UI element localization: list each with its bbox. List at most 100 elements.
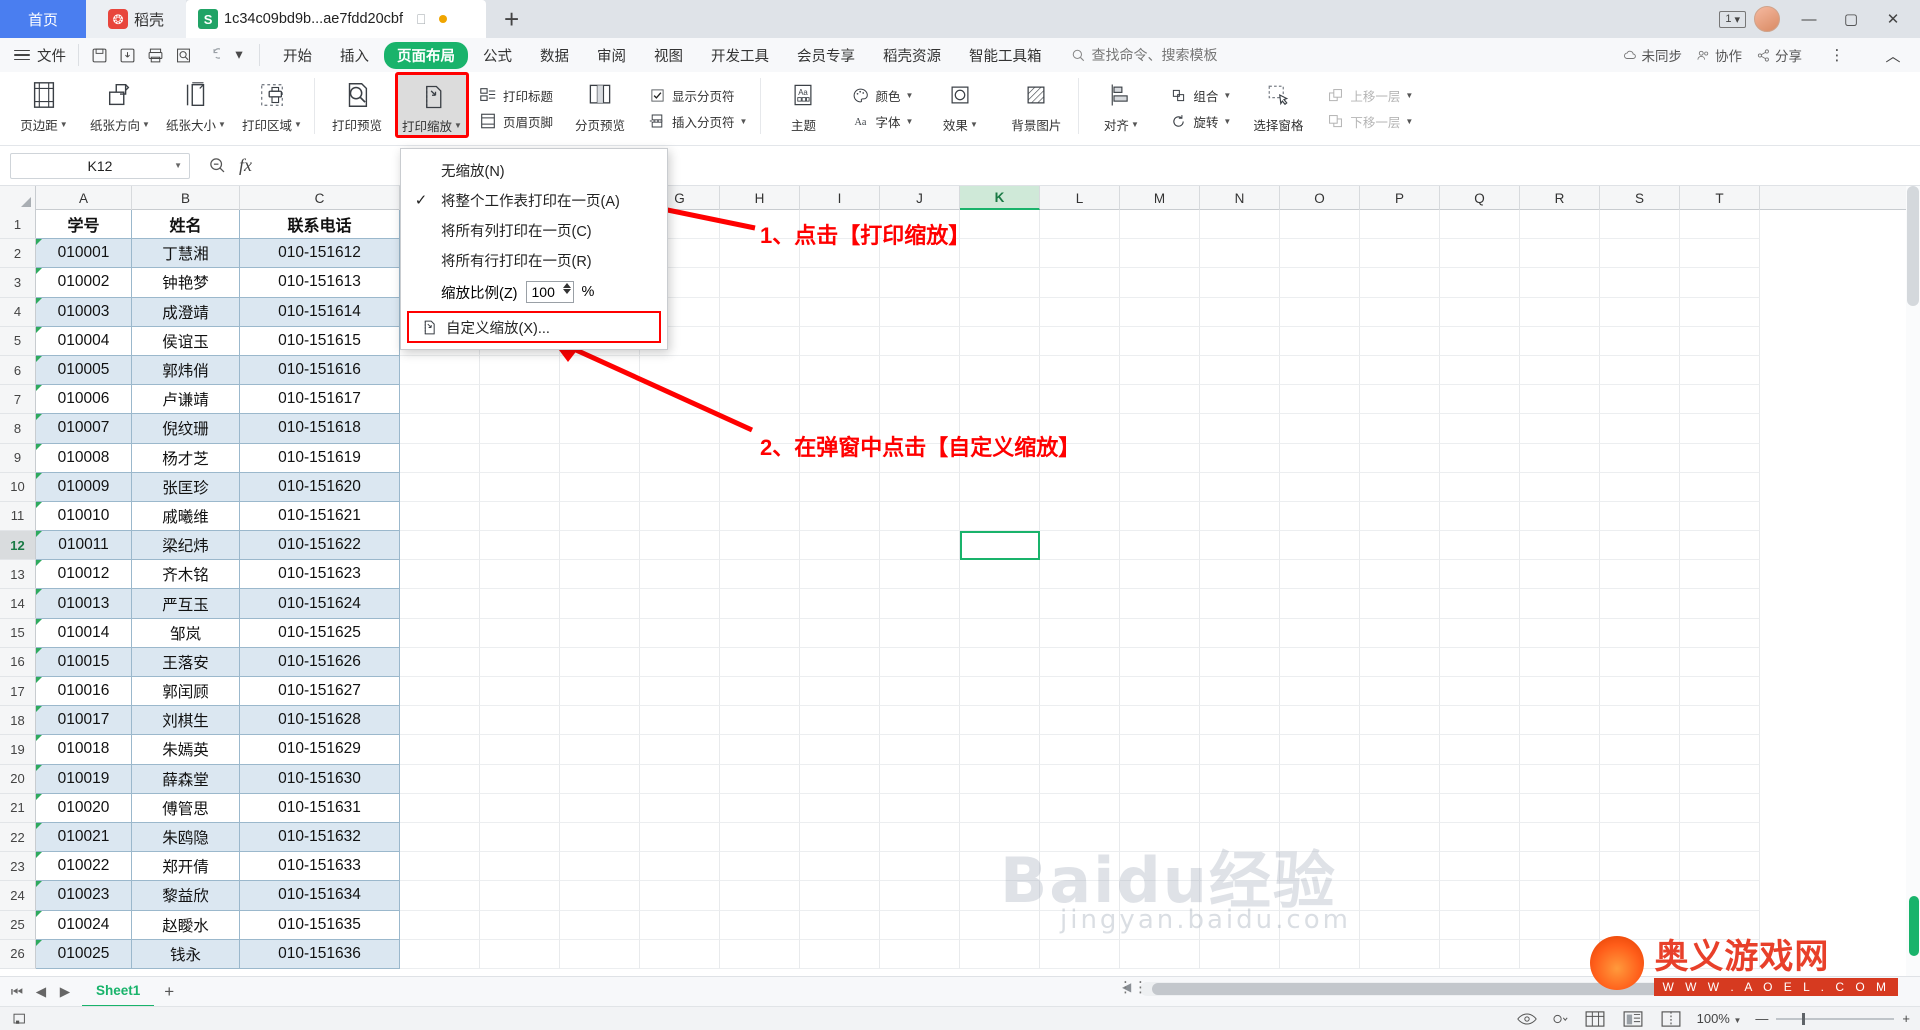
cell-P15[interactable] (1360, 618, 1440, 648)
cell-Q4[interactable] (1440, 297, 1520, 327)
cell-P12[interactable] (1360, 531, 1440, 561)
cell-Q23[interactable] (1440, 852, 1520, 882)
cell-H14[interactable] (720, 589, 800, 619)
cell-L10[interactable] (1040, 472, 1120, 502)
ribbon-button-rotate[interactable]: 旋转 ▼ (1163, 109, 1236, 133)
scale-ratio-stepper[interactable]: 100 (525, 281, 574, 303)
cell-D15[interactable] (400, 618, 480, 648)
cell-K22[interactable] (960, 822, 1040, 853)
cell-R15[interactable] (1520, 618, 1600, 648)
cell-N3[interactable] (1200, 268, 1280, 298)
cell-P18[interactable] (1360, 706, 1440, 736)
cell-R17[interactable] (1520, 677, 1600, 707)
cell-H7[interactable] (720, 385, 800, 415)
ribbon-button-paper-size[interactable]: 纸张大小 ▼ (158, 72, 234, 144)
cell-T2[interactable] (1680, 239, 1760, 269)
cell-T20[interactable] (1680, 764, 1760, 794)
cell-E14[interactable] (480, 589, 560, 619)
cell-T13[interactable] (1680, 560, 1760, 590)
cell-C26[interactable]: 010-151636 (240, 939, 400, 969)
cell-N2[interactable] (1200, 239, 1280, 269)
cell-L21[interactable] (1040, 793, 1120, 823)
cell-I17[interactable] (800, 677, 880, 707)
cell-N9[interactable] (1200, 443, 1280, 473)
cell-P13[interactable] (1360, 560, 1440, 590)
cell-N6[interactable] (1200, 355, 1280, 386)
cell-O22[interactable] (1280, 822, 1360, 853)
eye-icon[interactable] (1516, 1012, 1537, 1026)
ribbon-button-insert-page-break[interactable]: 插入分页符 ▼ (642, 109, 752, 133)
menu-item-review[interactable]: 审阅 (584, 42, 639, 69)
save-icon[interactable] (87, 44, 111, 66)
menu-item-dev-tools[interactable]: 开发工具 (698, 42, 782, 69)
cell-H24[interactable] (720, 881, 800, 911)
cell-M12[interactable] (1120, 531, 1200, 561)
cell-D12[interactable] (400, 531, 480, 561)
cell-G16[interactable] (640, 647, 720, 677)
cell-E6[interactable] (480, 355, 560, 386)
cell-M7[interactable] (1120, 385, 1200, 415)
cell-E26[interactable] (480, 939, 560, 969)
column-header-L[interactable]: L (1040, 186, 1120, 210)
cell-J20[interactable] (880, 764, 960, 794)
cell-T5[interactable] (1680, 326, 1760, 356)
cell-M8[interactable] (1120, 414, 1200, 444)
cell-Q13[interactable] (1440, 560, 1520, 590)
cell-K26[interactable] (960, 939, 1040, 969)
cell-R3[interactable] (1520, 268, 1600, 298)
cell-M20[interactable] (1120, 764, 1200, 794)
cell-I20[interactable] (800, 764, 880, 794)
cell-E8[interactable] (480, 414, 560, 444)
cell-C23[interactable]: 010-151633 (240, 852, 400, 882)
cell-E23[interactable] (480, 852, 560, 882)
column-header-R[interactable]: R (1520, 186, 1600, 210)
cell-J12[interactable] (880, 531, 960, 561)
cell-S24[interactable] (1600, 881, 1680, 911)
cell-S9[interactable] (1600, 443, 1680, 473)
menu-item-page-layout[interactable]: 页面布局 (384, 41, 468, 69)
cell-R5[interactable] (1520, 326, 1600, 356)
cell-P24[interactable] (1360, 881, 1440, 911)
cell-A22[interactable]: 010021 (36, 822, 132, 853)
cell-C12[interactable]: 010-151622 (240, 531, 400, 561)
new-tab-button[interactable]: + (486, 0, 537, 38)
cell-R4[interactable] (1520, 297, 1600, 327)
cell-R22[interactable] (1520, 822, 1600, 853)
cell-Q2[interactable] (1440, 239, 1520, 269)
cell-B9[interactable]: 杨才芝 (132, 443, 240, 473)
cell-N11[interactable] (1200, 501, 1280, 532)
cell-C2[interactable]: 010-151612 (240, 239, 400, 269)
cell-A20[interactable]: 010019 (36, 764, 132, 794)
cell-H15[interactable] (720, 618, 800, 648)
cell-C20[interactable]: 010-151630 (240, 764, 400, 794)
cell-F8[interactable] (560, 414, 640, 444)
cell-C4[interactable]: 010-151614 (240, 297, 400, 327)
cell-L13[interactable] (1040, 560, 1120, 590)
cell-B19[interactable]: 朱嫣英 (132, 735, 240, 765)
cell-R2[interactable] (1520, 239, 1600, 269)
ribbon-checkbox-show-page-break[interactable]: 显示分页符 (642, 83, 752, 107)
menu-item-formula[interactable]: 公式 (470, 42, 525, 69)
cell-H13[interactable] (720, 560, 800, 590)
cell-C7[interactable]: 010-151617 (240, 385, 400, 415)
cell-M11[interactable] (1120, 501, 1200, 532)
cell-L14[interactable] (1040, 589, 1120, 619)
column-header-B[interactable]: B (132, 186, 240, 210)
cell-L17[interactable] (1040, 677, 1120, 707)
cell-O10[interactable] (1280, 472, 1360, 502)
cell-L4[interactable] (1040, 297, 1120, 327)
cell-F15[interactable] (560, 618, 640, 648)
split-handle-icon[interactable]: ⋮⋮ (1118, 978, 1148, 996)
cell-O21[interactable] (1280, 793, 1360, 823)
cell-D25[interactable] (400, 910, 480, 940)
cell-K23[interactable] (960, 852, 1040, 882)
cell-I13[interactable] (800, 560, 880, 590)
cell-C8[interactable]: 010-151618 (240, 414, 400, 444)
cell-T15[interactable] (1680, 618, 1760, 648)
cell-P23[interactable] (1360, 852, 1440, 882)
column-header-T[interactable]: T (1680, 186, 1760, 210)
cell-I11[interactable] (800, 501, 880, 532)
cell-K21[interactable] (960, 793, 1040, 823)
cell-O14[interactable] (1280, 589, 1360, 619)
cell-Q26[interactable] (1440, 939, 1520, 969)
